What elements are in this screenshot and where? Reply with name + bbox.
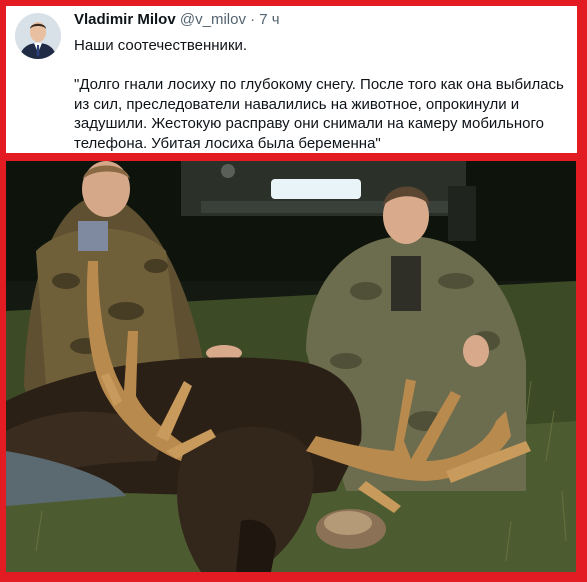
author-name[interactable]: Vladimir Milov: [74, 11, 176, 28]
separator: ·: [250, 11, 256, 28]
photo-illustration: [6, 161, 576, 572]
tweet-line: Наши соотечественники.: [74, 37, 248, 54]
tweet-card: Vladimir Milov @v_milov · 7 ч Наши сооте…: [6, 6, 577, 153]
quote-line: телефона. Убитая лосиха была беременна": [74, 134, 381, 152]
tweet-photo[interactable]: [6, 161, 576, 572]
tweet-time[interactable]: 7 ч: [259, 11, 279, 28]
quote-line: из сил, преследователи навалились на жив…: [74, 95, 520, 113]
quote-line: задушили. Жестокую расправу они снимали …: [74, 115, 544, 132]
quote-line: "Долго гнали лосиху по глубокому снегу. …: [74, 76, 564, 93]
author-handle[interactable]: @v_milov: [180, 11, 246, 28]
tweet-header: Vladimir Milov @v_milov · 7 ч: [74, 11, 280, 28]
tweet-text: Наши соотечественники. "Долго гнали лоси…: [74, 36, 564, 153]
avatar[interactable]: [15, 13, 61, 59]
